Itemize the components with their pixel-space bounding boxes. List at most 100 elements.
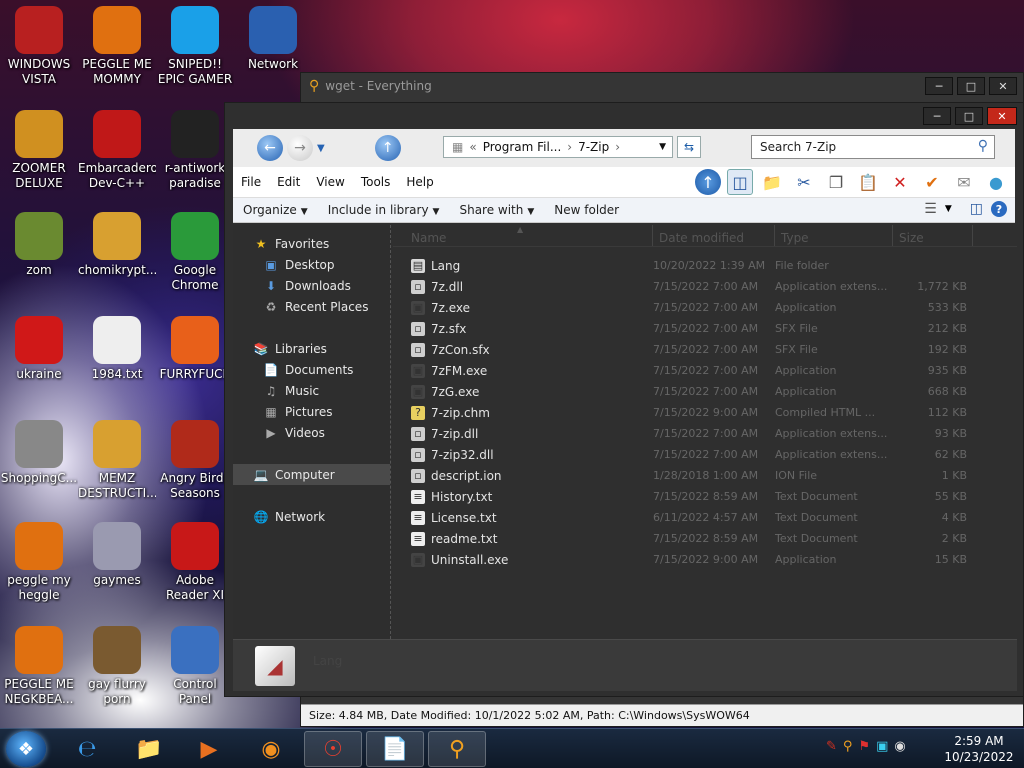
desktop-icon-item[interactable]: ukraine: [0, 316, 78, 382]
explorer-window[interactable]: ─ □ ✕ ← → ▼ ↑ ▦ « Program Fil... › 7-Zip…: [224, 102, 1024, 697]
desktop-icon-item[interactable]: ZOOMER DELUXE: [0, 110, 78, 191]
table-row[interactable]: ▫ descript.ion 1/28/2018 1:00 AM ION File 1 …: [393, 465, 1017, 486]
nav-recent-places[interactable]: ♻ Recent Places: [233, 296, 390, 317]
copy-icon[interactable]: ❐: [823, 169, 849, 195]
column-date-modified[interactable]: Date modified: [653, 225, 775, 246]
recent-pages-chevron-icon[interactable]: ▼: [317, 143, 325, 154]
table-row[interactable]: ≡ readme.txt 7/15/2022 8:59 AM Text Documen…: [393, 528, 1017, 549]
shell-icon[interactable]: ●: [983, 169, 1009, 195]
pen-tray-icon[interactable]: ✎: [826, 739, 837, 754]
table-row[interactable]: ▣ Uninstall.exe 7/15/2022 9:00 AM Applicati…: [393, 549, 1017, 570]
up-folder-icon[interactable]: ↑: [695, 169, 721, 195]
nav-pictures[interactable]: ▦ Pictures: [233, 401, 390, 422]
cut-icon[interactable]: ✂: [791, 169, 817, 195]
refresh-icon[interactable]: ⇆: [677, 136, 701, 158]
nav-desktop[interactable]: ▣ Desktop: [233, 254, 390, 275]
table-row[interactable]: ▤ Lang 10/20/2022 1:39 AM File folder: [393, 255, 1017, 276]
menu-edit[interactable]: Edit: [269, 175, 308, 189]
view-dropdown-icon[interactable]: ▼: [945, 204, 952, 214]
nav-libraries[interactable]: 📚 Libraries: [233, 338, 390, 359]
column-type[interactable]: Type: [775, 225, 893, 246]
table-row[interactable]: ≡ History.txt 7/15/2022 8:59 AM Text Docume…: [393, 486, 1017, 507]
table-row[interactable]: ▫ 7-zip.dll 7/15/2022 7:00 AM Application e…: [393, 423, 1017, 444]
back-arrow-icon[interactable]: ←: [257, 135, 283, 161]
include-in-library-button[interactable]: Include in library ▼: [318, 203, 450, 217]
desktop-icon-item[interactable]: peggle my heggle: [0, 522, 78, 603]
desktop-icon-item[interactable]: Embarcadero Dev-C++: [78, 110, 156, 191]
flag-tray-icon[interactable]: ⚑: [858, 739, 870, 754]
desktop-icon-item[interactable]: r-antiwork paradise: [156, 110, 234, 191]
desktop-icon-item[interactable]: ShoppingC...: [0, 420, 78, 486]
table-row[interactable]: ▫ 7z.dll 7/15/2022 7:00 AM Application exte…: [393, 276, 1017, 297]
desktop-icon-item[interactable]: Network: [234, 6, 312, 72]
preview-pane-icon[interactable]: ◫: [727, 169, 753, 195]
desktop-icon-item[interactable]: PEGGLE ME NEGKBEA...: [0, 626, 78, 707]
table-row[interactable]: ▣ 7z.exe 7/15/2022 7:00 AM Application 533 K…: [393, 297, 1017, 318]
nav-favorites[interactable]: ★ Favorites: [233, 233, 390, 254]
new-folder-button[interactable]: New folder: [544, 203, 629, 217]
desktop-icon-item[interactable]: MEMZ DESTRUCTI...: [78, 420, 156, 501]
forward-arrow-icon[interactable]: →: [287, 135, 313, 161]
paste-icon[interactable]: 📋: [855, 169, 881, 195]
everything-titlebar[interactable]: ⚲ wget - Everything: [301, 73, 1023, 99]
search-input[interactable]: Search 7-Zip ⚲: [751, 135, 995, 159]
maximize-button[interactable]: □: [957, 77, 985, 95]
taskbar-clock[interactable]: 2:59 AM 10/23/2022: [944, 733, 1014, 765]
desktop-icon-item[interactable]: zom: [0, 212, 78, 278]
notepad-taskbar-icon[interactable]: 📄: [366, 731, 424, 767]
table-row[interactable]: ? 7-zip.chm 7/15/2022 9:00 AM Compiled HTML…: [393, 402, 1017, 423]
preview-pane-toggle-icon[interactable]: ◫: [970, 201, 983, 217]
close-button[interactable]: ✕: [987, 107, 1017, 125]
nav-documents[interactable]: 📄 Documents: [233, 359, 390, 380]
minimize-button[interactable]: ─: [925, 77, 953, 95]
volume-tray-icon[interactable]: ◉: [894, 739, 905, 754]
media-player-icon[interactable]: ▶: [180, 731, 238, 767]
chrome-taskbar-icon[interactable]: ☉: [304, 731, 362, 767]
address-bar[interactable]: ▦ « Program Fil... › 7-Zip › ▼: [443, 136, 673, 158]
menu-tools[interactable]: Tools: [353, 175, 399, 189]
table-row[interactable]: ▫ 7z.sfx 7/15/2022 7:00 AM SFX File 212 KB: [393, 318, 1017, 339]
media-app-icon[interactable]: ◉: [242, 731, 300, 767]
address-dropdown-icon[interactable]: ▼: [659, 142, 666, 152]
delete-icon[interactable]: ✕: [887, 169, 913, 195]
organize-button[interactable]: Organize ▼: [233, 203, 318, 217]
desktop-icon-item[interactable]: chomikrypt...: [78, 212, 156, 278]
menu-help[interactable]: Help: [398, 175, 441, 189]
breadcrumb-7zip[interactable]: 7-Zip: [578, 140, 609, 154]
display-tray-icon[interactable]: ▣: [876, 739, 888, 754]
checkmark-icon[interactable]: ✔: [919, 169, 945, 195]
desktop-icon-item[interactable]: FURRYFUCK: [156, 316, 234, 382]
desktop-icon-item[interactable]: SNIPED!! EPIC GAMER 360...: [156, 6, 234, 87]
nav-downloads[interactable]: ⬇ Downloads: [233, 275, 390, 296]
folder-options-icon[interactable]: 📁: [759, 169, 785, 195]
help-icon[interactable]: ?: [991, 201, 1007, 217]
nav-videos[interactable]: ▶ Videos: [233, 422, 390, 443]
desktop-icon-item[interactable]: WINDOWS VISTA: [0, 6, 78, 87]
nav-network[interactable]: 🌐 Network: [233, 506, 390, 527]
desktop-icon-item[interactable]: gay flurry porn: [78, 626, 156, 707]
search-icon[interactable]: ⚲: [978, 138, 988, 154]
menu-file[interactable]: File: [233, 175, 269, 189]
table-row[interactable]: ▫ 7-zip32.dll 7/15/2022 7:00 AM Application…: [393, 444, 1017, 465]
desktop-icon-item[interactable]: Control Panel: [156, 626, 234, 707]
desktop-icon-item[interactable]: Google Chrome: [156, 212, 234, 293]
share-with-button[interactable]: Share with ▼: [449, 203, 544, 217]
nav-computer[interactable]: 💻 Computer: [233, 464, 390, 485]
table-row[interactable]: ≡ License.txt 6/11/2022 4:57 AM Text Docume…: [393, 507, 1017, 528]
search-tray-icon[interactable]: ⚲: [843, 739, 853, 754]
maximize-button[interactable]: □: [955, 107, 983, 125]
change-view-icon[interactable]: ☰: [924, 201, 937, 217]
start-button[interactable]: ❖: [6, 731, 46, 767]
table-row[interactable]: ▣ 7zG.exe 7/15/2022 7:00 AM Application 668 …: [393, 381, 1017, 402]
internet-explorer-icon[interactable]: ℮: [58, 731, 116, 767]
everything-search-taskbar-icon[interactable]: ⚲: [428, 731, 486, 767]
properties-icon[interactable]: ✉: [951, 169, 977, 195]
desktop-icon-item[interactable]: PEGGLE ME MOMMY: [78, 6, 156, 87]
desktop-icon-item[interactable]: gaymes: [78, 522, 156, 588]
table-row[interactable]: ▣ 7zFM.exe 7/15/2022 7:00 AM Application 935…: [393, 360, 1017, 381]
close-button[interactable]: ✕: [989, 77, 1017, 95]
menu-view[interactable]: View: [308, 175, 352, 189]
explorer-titlebar[interactable]: [225, 103, 1023, 129]
column-name[interactable]: Name ▲: [393, 225, 653, 246]
desktop-icon-item[interactable]: Adobe Reader XI: [156, 522, 234, 603]
